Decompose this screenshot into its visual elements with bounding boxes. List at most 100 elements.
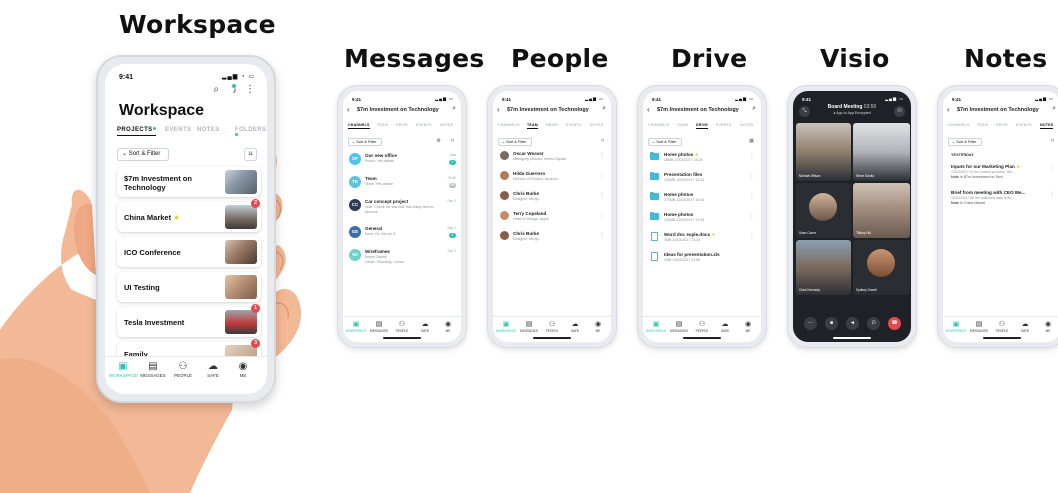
video-tile[interactable]: Sean Corne	[796, 183, 851, 238]
bookmark-icon[interactable]: ⌑	[601, 138, 604, 144]
nav-people[interactable]: ⚇ PEOPLE	[541, 320, 563, 333]
nav-me[interactable]: ◉ ME	[229, 361, 257, 378]
tab-channels[interactable]: CHANNELS	[948, 123, 970, 127]
tab-team[interactable]: TEAM	[977, 123, 988, 127]
search-icon[interactable]: ⌕	[213, 84, 219, 95]
video-tile[interactable]: Michael Wilson	[796, 123, 851, 181]
more-icon[interactable]: ⋮	[749, 193, 755, 200]
project-card[interactable]: ICO Conference	[117, 237, 261, 267]
sort-filter-button[interactable]: ⌄ Sort & Filter	[648, 138, 682, 146]
drive-item[interactable]: Presentation files 120MB 12/03/2017 11:2…	[643, 170, 761, 192]
tab-events[interactable]: EVENTS	[566, 123, 582, 127]
more-icon[interactable]: ⋮	[749, 153, 755, 160]
sort-filter-button[interactable]: ⌄ Sort & Filter	[348, 138, 382, 146]
nav-safe[interactable]: ☁ SAFE	[564, 320, 586, 333]
nav-messages[interactable]: ▤ MESSAGES	[139, 361, 167, 378]
nav-workspace[interactable]: ▣ WORKSPACE	[495, 320, 517, 333]
channel-row[interactable]: WI Wireframes Invest Capital Oscar: Shoc…	[343, 247, 461, 273]
tab-team[interactable]: TEAM	[527, 123, 538, 129]
tab-channels[interactable]: CHANNELS	[348, 123, 370, 129]
tab-team[interactable]: TEAM	[677, 123, 688, 127]
project-card[interactable]: Tesla Investment 1	[117, 304, 261, 337]
tab-channels[interactable]: CHANNELS	[648, 123, 670, 127]
more-icon[interactable]: ⋮	[599, 212, 605, 219]
more-icon[interactable]: ⋮	[1049, 165, 1055, 172]
search-icon[interactable]: ⌕	[602, 105, 606, 113]
nav-workspace[interactable]: ▣ WORKSPACE	[345, 320, 367, 333]
tab-notes[interactable]: NOTES	[1040, 123, 1054, 129]
nav-people[interactable]: ⚇ PEOPLE	[991, 320, 1013, 333]
nav-people[interactable]: ⚇ PEOPLE	[169, 361, 197, 378]
tab-notes[interactable]: NOTES	[590, 123, 603, 127]
video-tile[interactable]: Steve Davila	[853, 123, 910, 181]
speaker-icon[interactable]: ◄	[846, 317, 859, 330]
nav-people[interactable]: ⚇ PEOPLE	[391, 320, 413, 333]
person-row[interactable]: Chris Burke Designer, Mingo ⋮	[493, 189, 611, 211]
back-icon[interactable]: ‹	[497, 105, 500, 115]
drive-item[interactable]: Home photos 170MB 12/03/2017 16:34 ⋮	[643, 190, 761, 212]
back-icon[interactable]: ‹	[647, 105, 650, 115]
drive-item[interactable]: Ideas for presentation.xls 2MB 12/03/201…	[643, 250, 761, 272]
nav-me[interactable]: ◉ ME	[737, 320, 759, 333]
tab-team[interactable]: TEAM	[377, 123, 388, 127]
tab-notes[interactable]: NOTES	[197, 127, 220, 133]
more-icon[interactable]: ⋮	[599, 152, 605, 159]
project-card[interactable]: China Market ★ 2	[117, 199, 261, 232]
mute-icon[interactable]: ∅	[867, 317, 880, 330]
more-icon[interactable]: ⋮	[749, 173, 755, 180]
hangup-icon[interactable]: ☎	[888, 317, 901, 330]
nav-messages[interactable]: ▤ MESSAGES	[668, 320, 690, 333]
drive-item[interactable]: Home photos ★ 18MB 12/03/2017 13:24 ⋮	[643, 150, 761, 172]
search-icon[interactable]: ⌕	[452, 105, 456, 113]
more-icon[interactable]: ⋯	[804, 317, 817, 330]
project-card[interactable]: $7m Investment on Technology	[117, 167, 261, 197]
grid-view-icon[interactable]: ▦	[749, 138, 754, 144]
video-tile[interactable]: Clark Kennedy	[796, 240, 851, 295]
person-row[interactable]: Oscar Weaver Managing Director, Invest C…	[493, 149, 611, 171]
tab-drive[interactable]: DRIVE	[696, 123, 708, 129]
bookmark-icon[interactable]: ⌑	[244, 148, 257, 161]
tab-notes[interactable]: NOTES	[740, 123, 753, 127]
tab-drive[interactable]: DRIVE	[396, 123, 408, 127]
more-icon[interactable]: ⋮	[1049, 191, 1055, 198]
sort-filter-button[interactable]: ⌄ Sort & Filter	[117, 148, 169, 161]
channel-row[interactable]: GE General Ilona: Ok, lets do it! Sep 1 …	[343, 224, 461, 246]
nav-workspace[interactable]: ▣ WORKSPACE	[945, 320, 967, 333]
tab-events[interactable]: EVENTS	[1016, 123, 1032, 127]
nav-me[interactable]: ◉ ME	[1037, 320, 1058, 333]
more-icon[interactable]: ⋮	[599, 192, 605, 199]
tab-events[interactable]: EVENTS	[416, 123, 432, 127]
person-row[interactable]: Hilda Guerrero Director of Product, Amaz…	[493, 169, 611, 191]
nav-safe[interactable]: ☁ SAFE	[714, 320, 736, 333]
tab-events[interactable]: EVENTS	[165, 127, 191, 133]
more-icon[interactable]: ⋮	[749, 213, 755, 220]
search-icon[interactable]: ⌕	[752, 105, 756, 113]
tab-drive[interactable]: DRIVE	[546, 123, 558, 127]
drive-item[interactable]: Home photos 120MB 12/03/2017 13:34 ⋮	[643, 210, 761, 232]
channel-row[interactable]: OF Our new office Public: Yes please Now…	[343, 151, 461, 173]
back-icon[interactable]: ‹	[947, 105, 950, 115]
nav-me[interactable]: ◉ ME	[587, 320, 609, 333]
nav-messages[interactable]: ▤ MESSAGES	[968, 320, 990, 333]
channel-row[interactable]: CC Car concept project Jolie: Check the …	[343, 197, 461, 223]
video-tile[interactable]: Tiffany Hill	[853, 183, 910, 238]
note-row[interactable]: Brief from meeting with CEO We... 12/03/…	[943, 188, 1058, 212]
camera-icon[interactable]: ■	[825, 317, 838, 330]
nav-workspace[interactable]: ▣ WORKSPACE	[109, 361, 138, 378]
nav-safe[interactable]: ☁ SAFE	[1014, 320, 1036, 333]
more-icon[interactable]: ⋮	[749, 233, 755, 240]
tab-notes[interactable]: NOTES	[440, 123, 453, 127]
channel-row[interactable]: TE Team Team: Yes please 09:30 200	[343, 174, 461, 196]
nav-workspace[interactable]: ▣ WORKSPACE	[645, 320, 667, 333]
more-icon[interactable]: ⋮	[599, 172, 605, 179]
nav-messages[interactable]: ▤ MESSAGES	[518, 320, 540, 333]
tab-events[interactable]: EVENTS	[716, 123, 732, 127]
back-icon[interactable]: ‹	[347, 105, 350, 115]
nav-safe[interactable]: ☁ SAFE	[199, 361, 227, 378]
video-tile[interactable]: Sydney Orwell	[853, 240, 910, 295]
tab-folders[interactable]: FOLDERS	[235, 127, 266, 139]
person-row[interactable]: Terry Copeland Head of Design, Apple ⋮	[493, 209, 611, 231]
note-row[interactable]: Inputs for our Marketing Plan ★ 12/03/20…	[943, 162, 1058, 186]
bookmark-icon[interactable]: ⌑	[451, 138, 454, 144]
nav-safe[interactable]: ☁ SAFE	[414, 320, 436, 333]
